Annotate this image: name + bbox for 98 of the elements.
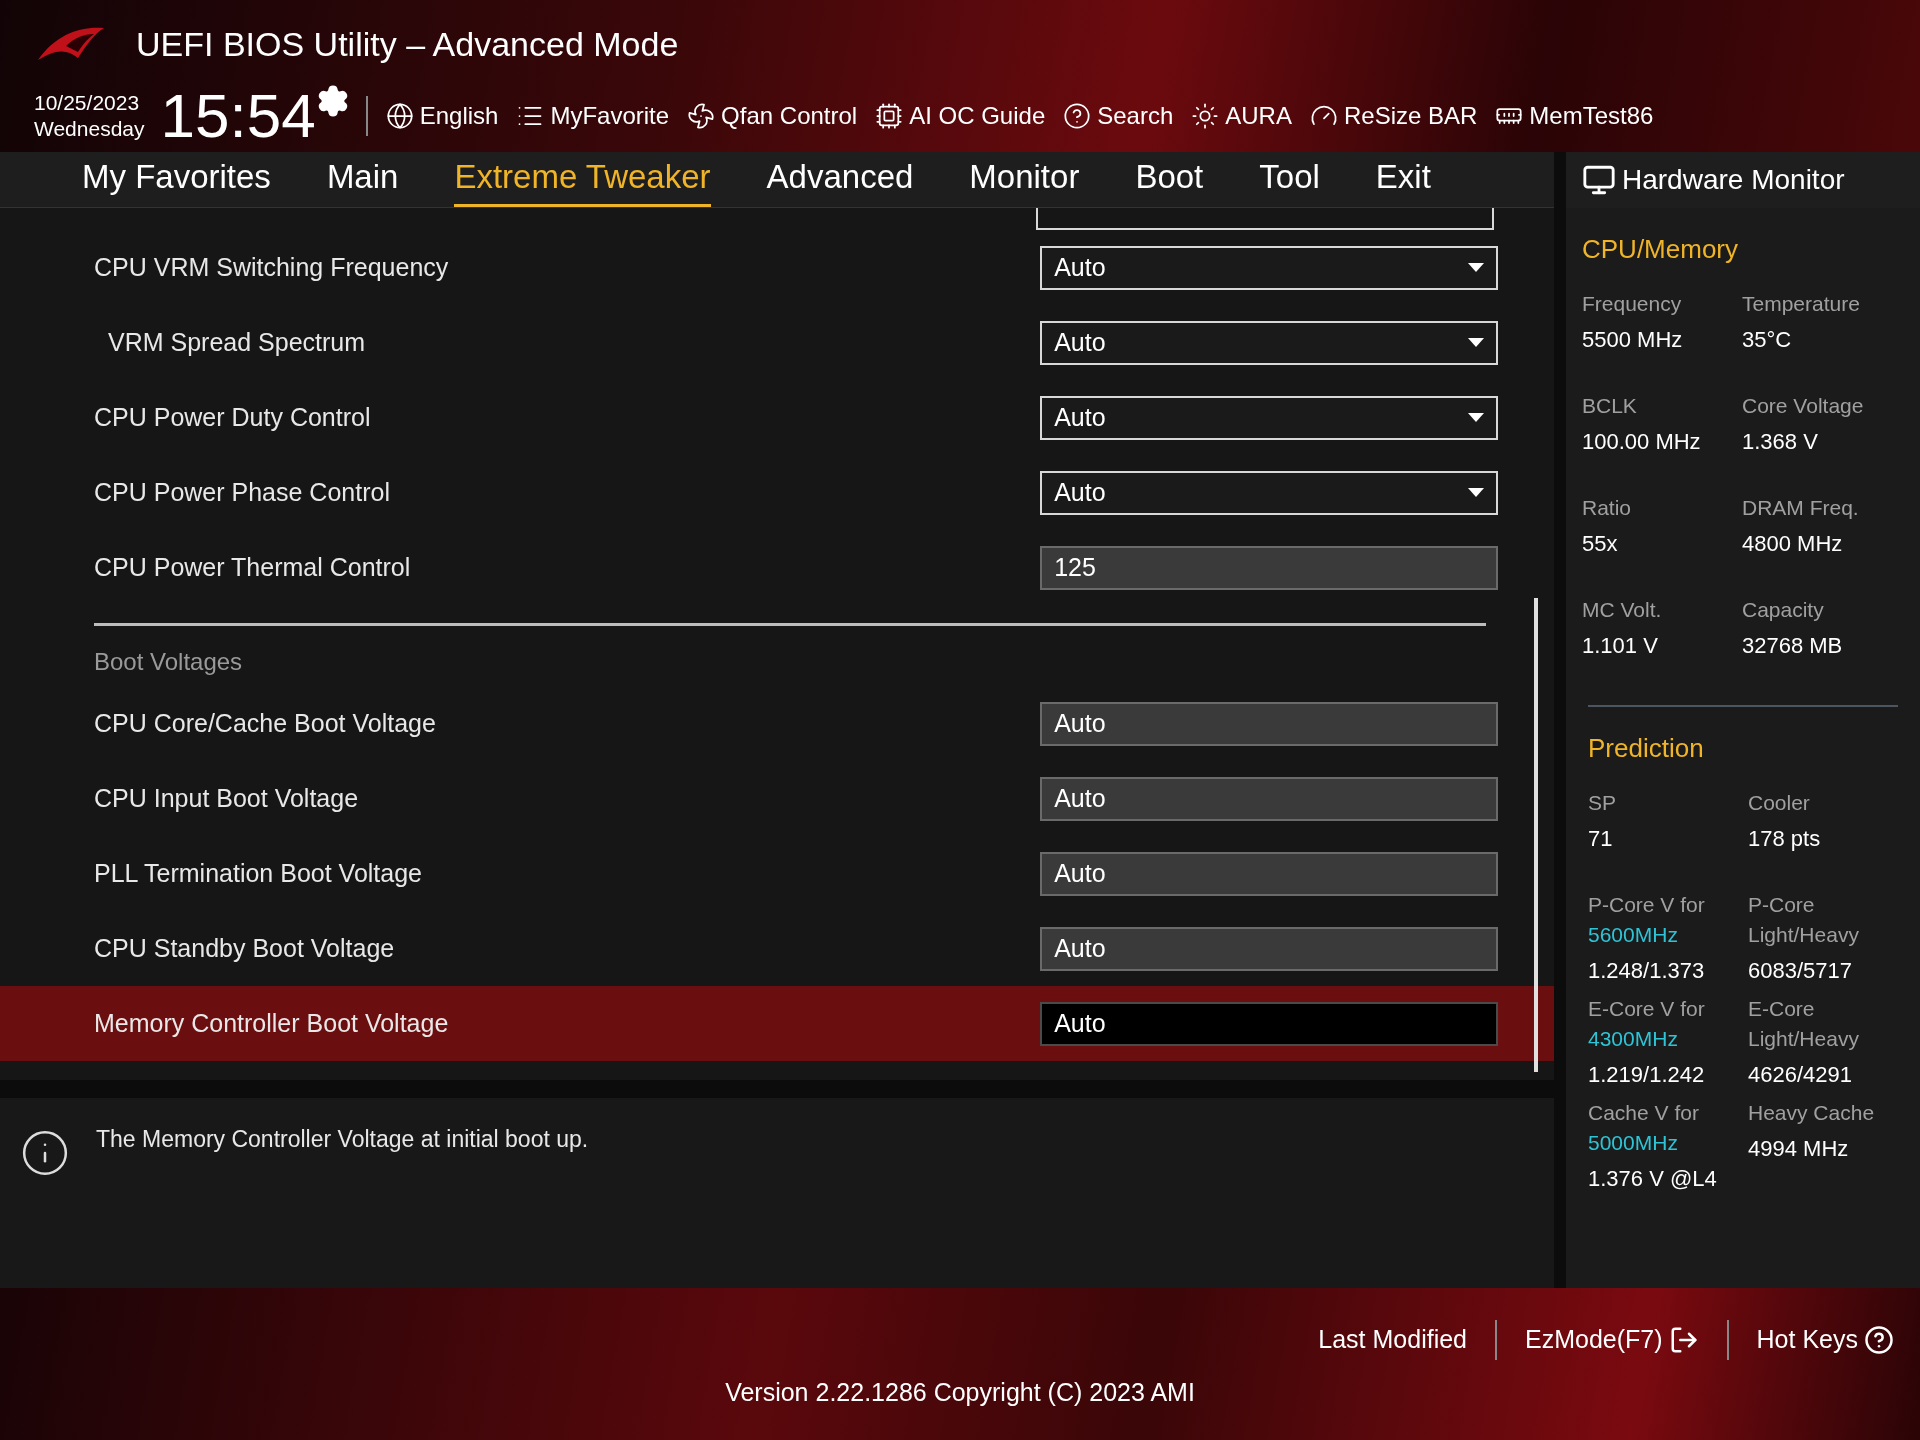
panel-title: Hardware Monitor	[1622, 163, 1845, 197]
fan-icon	[687, 102, 716, 130]
stat-value: 1.248/1.373	[1588, 957, 1706, 985]
date-text: 10/25/2023	[34, 89, 141, 116]
tab[interactable]: Main	[326, 152, 399, 207]
stat-label: Cache V for	[1588, 1100, 1700, 1126]
toolbar-button[interactable]: Search	[1063, 98, 1174, 134]
info-icon	[20, 1128, 70, 1178]
setting-label: CPU Power Phase Control	[93, 476, 390, 508]
tab[interactable]: Tool	[1259, 152, 1320, 207]
stat-value: 35°C	[1742, 326, 1793, 354]
dropdown[interactable]: Auto	[1040, 395, 1499, 440]
stat-value: 55x	[1582, 530, 1619, 558]
toolbar-button[interactable]: MyFavorite	[516, 98, 670, 134]
toolbar-button[interactable]: MemTest86	[1495, 98, 1654, 134]
stat-value: 6083/5717	[1748, 957, 1853, 985]
stat-value: 4994 MHz	[1748, 1135, 1850, 1163]
setting-label: CPU Power Thermal Control	[93, 551, 411, 583]
stat-label: P-Core Light/Heavy	[1748, 892, 1860, 948]
toolbar-button[interactable]: AURA	[1191, 98, 1292, 134]
question-icon	[1864, 1325, 1894, 1355]
stat-label: P-Core V for	[1588, 892, 1706, 918]
group-heading: Prediction	[1588, 732, 1705, 765]
selected-row[interactable]: Memory Controller Boot Voltage Auto	[0, 986, 1555, 1061]
scrollbar[interactable]	[1534, 598, 1539, 1072]
value-field[interactable]: Auto	[1040, 701, 1499, 746]
stat-value: 1.368 V	[1742, 428, 1819, 456]
window-title: UEFI BIOS Utility – Advanced Mode	[136, 23, 679, 65]
stat-label: Frequency	[1582, 291, 1683, 317]
value-field[interactable]: Auto	[1040, 776, 1499, 821]
sun-icon	[1191, 102, 1220, 130]
setting-label: CPU Standby Boot Voltage	[93, 932, 395, 964]
tab[interactable]: My Favorites	[82, 152, 271, 207]
stat-value: 1.219/1.242	[1588, 1061, 1706, 1089]
stat-label: Capacity	[1742, 597, 1825, 623]
stat-value: 4626/4291	[1748, 1061, 1853, 1089]
stat-value: 100.00 MHz	[1582, 428, 1702, 456]
stat-label: Temperature	[1742, 291, 1861, 317]
caret-icon	[1468, 263, 1485, 272]
monitor-icon	[1582, 163, 1616, 197]
value-field[interactable]: Auto	[1040, 1001, 1499, 1046]
stat-label: BCLK	[1582, 393, 1638, 419]
frequency-text: 4300MHz	[1588, 1026, 1679, 1052]
section-heading: Boot Voltages	[94, 647, 244, 677]
clock-time: 15:54	[160, 85, 316, 147]
stat-label: Cooler	[1748, 790, 1811, 816]
toolbar-button[interactable]: English	[385, 98, 499, 134]
footer-button[interactable]: Last Modified	[1318, 1321, 1467, 1359]
help-text: The Memory Controller Voltage at initial boot up.	[96, 1125, 589, 1154]
caret-icon	[1468, 413, 1485, 422]
globe-icon	[385, 102, 414, 130]
stat-value: 4800 MHz	[1742, 530, 1844, 558]
question-icon	[1063, 102, 1092, 130]
weekday-text: Wednesday	[34, 116, 145, 142]
setting-label: Memory Controller Boot Voltage	[93, 1007, 449, 1039]
tab[interactable]: Advanced	[766, 152, 914, 207]
dropdown[interactable]: Auto	[1040, 470, 1499, 515]
stat-value: 1.101 V	[1582, 632, 1659, 660]
version-text: Version 2.22.1286 Copyright (C) 2023 AMI	[725, 1377, 1195, 1408]
dropdown[interactable]: Auto	[1040, 320, 1499, 365]
setting-label: VRM Spread Spectrum	[107, 326, 366, 358]
frequency-text: 5600MHz	[1588, 922, 1679, 948]
setting-label: PLL Termination Boot Voltage	[93, 857, 422, 889]
value-field[interactable]: Auto	[1040, 851, 1499, 896]
toolbar-button[interactable]: AI OC Guide	[875, 98, 1046, 134]
setting-label: CPU Input Boot Voltage	[93, 782, 359, 814]
footer-button[interactable]: Hot Keys	[1756, 1321, 1894, 1359]
frequency-text: 5000MHz	[1588, 1130, 1679, 1156]
footer-button[interactable]: EzMode(F7)	[1525, 1321, 1699, 1359]
dropdown[interactable]: Auto	[1040, 245, 1499, 290]
stat-value: 71	[1588, 825, 1614, 853]
tab[interactable]: Monitor	[969, 152, 1080, 207]
toolbar-button[interactable]: Qfan Control	[687, 98, 858, 134]
stat-label: Ratio	[1582, 495, 1633, 521]
tab[interactable]: Exit	[1375, 152, 1431, 207]
tab[interactable]: Boot	[1135, 152, 1204, 207]
setting-label: CPU Power Duty Control	[93, 401, 371, 433]
stat-value: 178 pts	[1748, 825, 1822, 853]
stat-value: 1.376 V @L4	[1588, 1165, 1718, 1193]
stat-label: SP	[1588, 790, 1617, 816]
group-heading: CPU/Memory	[1582, 233, 1739, 266]
stat-label: DRAM Freq.	[1742, 495, 1860, 521]
value-field[interactable]: 125	[1040, 545, 1499, 590]
value-field[interactable]: Auto	[1040, 926, 1499, 971]
caret-icon	[1468, 488, 1485, 497]
stat-label: Core Voltage	[1742, 393, 1865, 419]
setting-label: CPU Core/Cache Boot Voltage	[93, 707, 436, 739]
stat-value: 5500 MHz	[1582, 326, 1684, 354]
caret-icon	[1468, 338, 1485, 347]
toolbar-button[interactable]: ReSize BAR	[1309, 98, 1478, 134]
setting-label: CPU VRM Switching Frequency	[93, 251, 449, 283]
stat-label: MC Volt.	[1582, 597, 1663, 623]
stat-label: E-Core Light/Heavy	[1748, 996, 1860, 1052]
chip-icon	[875, 102, 904, 130]
stat-label: Heavy Cache	[1748, 1100, 1876, 1126]
stat-value: 32768 MB	[1742, 632, 1844, 660]
value-field[interactable]	[1036, 208, 1495, 230]
stat-label: E-Core V for	[1588, 996, 1706, 1022]
